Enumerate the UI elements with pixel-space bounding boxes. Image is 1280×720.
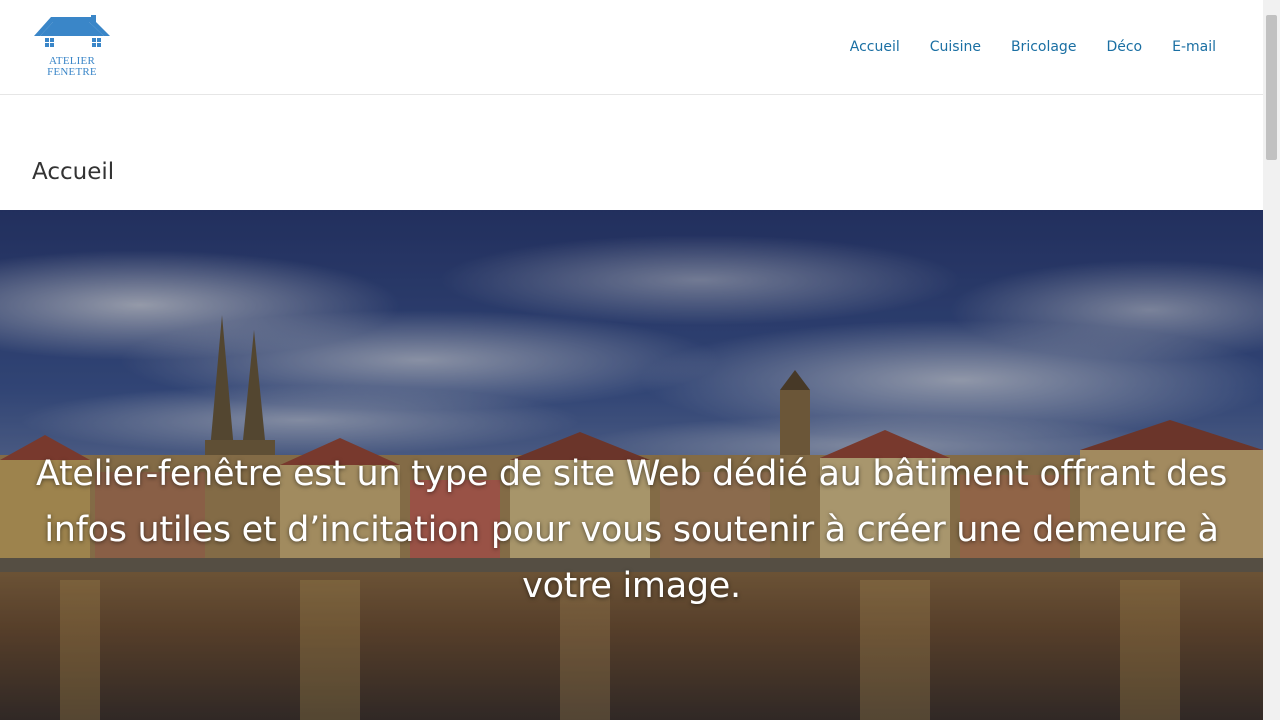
site-header: ATELIER FENETRE Accueil Cuisine Bricolag… [0, 0, 1263, 95]
site-logo[interactable]: ATELIER FENETRE [33, 14, 111, 80]
hero-headline: Atelier-fenêtre est un type de site Web … [35, 454, 1228, 606]
nav-item-deco[interactable]: Déco [1106, 38, 1142, 56]
page: ATELIER FENETRE Accueil Cuisine Bricolag… [0, 0, 1280, 720]
logo-text-line-2: FENETRE [47, 66, 97, 78]
house-roof-icon [34, 15, 110, 47]
scrollbar-thumb[interactable] [1266, 15, 1277, 160]
nav-item-email[interactable]: E-mail [1172, 38, 1216, 56]
page-scrollbar[interactable] [1263, 0, 1280, 720]
page-title: Accueil [32, 159, 115, 185]
nav-item-cuisine[interactable]: Cuisine [930, 38, 981, 56]
hero-banner: Atelier-fenêtre est un type de site Web … [0, 210, 1263, 720]
main-nav: Accueil Cuisine Bricolage Déco E-mail [820, 38, 1216, 56]
nav-item-bricolage[interactable]: Bricolage [1011, 38, 1076, 56]
nav-item-accueil[interactable]: Accueil [850, 38, 900, 56]
